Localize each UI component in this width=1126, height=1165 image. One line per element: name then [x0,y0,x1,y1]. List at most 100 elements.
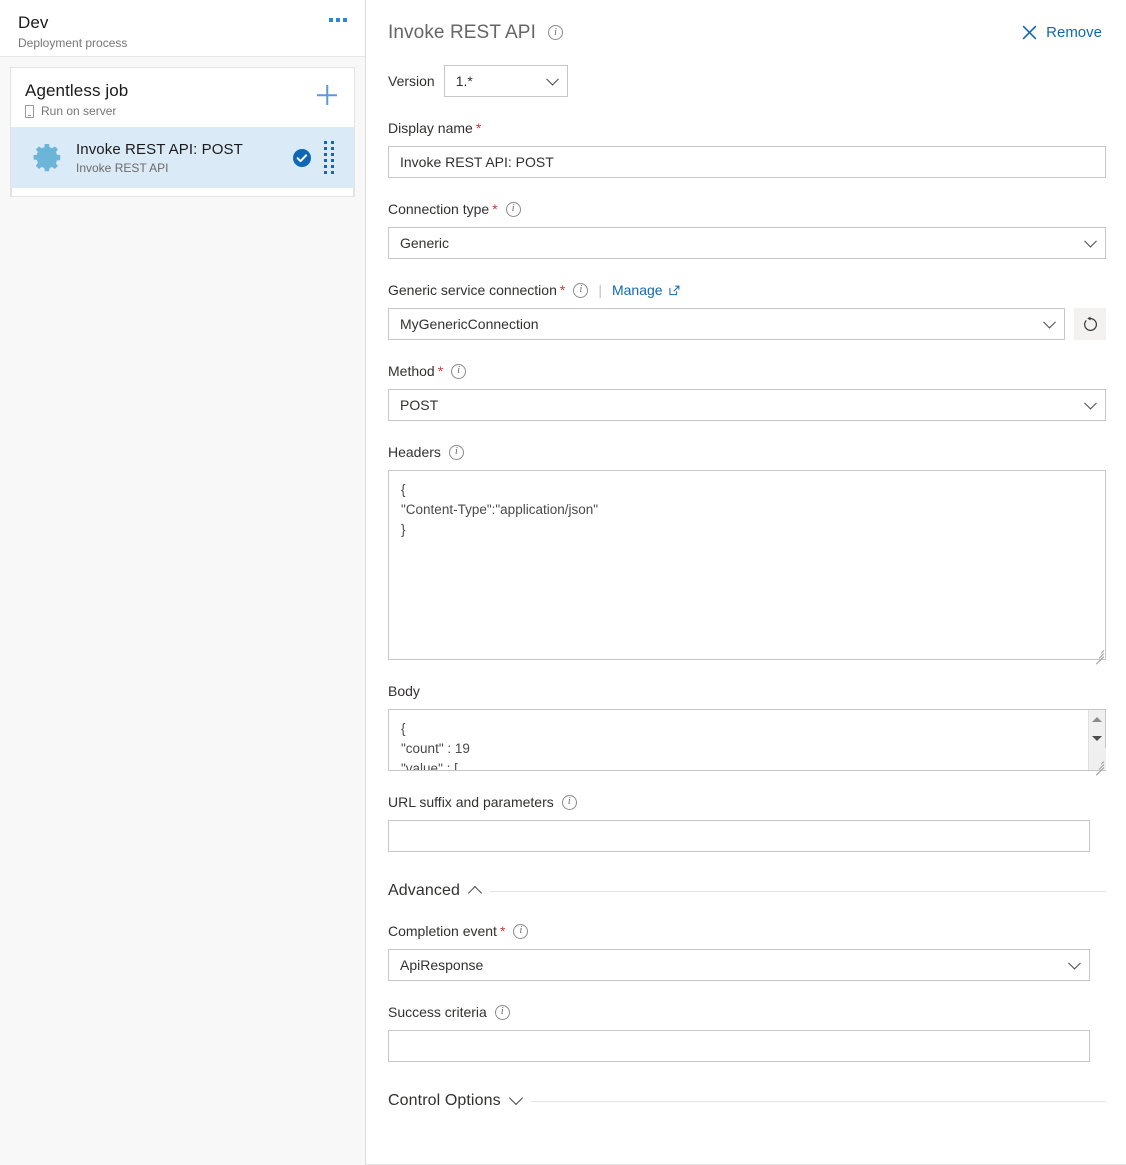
section-divider [490,891,1106,892]
display-name-value: Invoke REST API: POST [400,154,554,170]
field-service-connection: Generic service connection * i | Manage [388,281,1106,340]
required-marker: * [438,362,443,380]
task-form: Display name * Invoke REST API: POST Con… [366,119,1126,1110]
field-completion-event: Completion event * i ApiResponse [388,922,1106,981]
connection-type-value: Generic [400,235,449,251]
info-icon[interactable]: i [495,1005,510,1020]
headers-label-row: Headers i [388,443,1106,461]
service-connection-label: Generic service connection [388,281,557,299]
info-icon[interactable]: i [449,445,464,460]
service-connection-value: MyGenericConnection [400,316,539,332]
field-display-name: Display name * Invoke REST API: POST [388,119,1106,178]
version-row: Version 1.* [366,45,1126,97]
job-header[interactable]: Agentless job Run on server [11,68,354,127]
scroll-up-icon[interactable] [1089,710,1106,729]
section-control-options[interactable]: Control Options [388,1092,1106,1110]
body-scrollbar[interactable] [1088,710,1105,770]
task-item-invoke-rest-api[interactable]: Invoke REST API: POST Invoke REST API [11,127,354,188]
method-select[interactable]: POST [388,389,1106,421]
ellipsis-icon[interactable] [327,12,349,28]
refresh-icon [1082,316,1099,333]
chevron-down-icon [546,73,559,86]
section-advanced[interactable]: Advanced [388,882,1106,900]
display-name-input[interactable]: Invoke REST API: POST [388,146,1106,178]
section-advanced-label: Advanced [388,882,460,900]
completion-event-label-row: Completion event * i [388,922,1106,940]
drag-handle-icon[interactable] [324,141,336,174]
field-success-criteria: Success criteria i [388,1003,1106,1062]
external-link-icon [669,285,680,296]
ellipsis-dot [343,18,347,22]
completion-event-select[interactable]: ApiResponse [388,949,1090,981]
headers-label: Headers [388,443,441,461]
connection-type-select[interactable]: Generic [388,227,1106,259]
service-connection-row: MyGenericConnection [388,308,1106,340]
info-icon[interactable]: i [506,202,521,217]
display-name-label: Display name [388,119,473,137]
info-icon[interactable]: i [562,795,577,810]
chevron-down-icon [1043,316,1056,329]
headers-textarea-wrap: { "Content-Type":"application/json" } [388,470,1106,660]
pipeline-sidebar: Dev Deployment process Agentless job Run… [0,0,366,1165]
success-criteria-input[interactable] [388,1030,1090,1062]
chevron-down-icon [509,1091,523,1105]
server-icon [25,105,34,118]
check-circle-icon [292,148,312,168]
service-connection-select[interactable]: MyGenericConnection [388,308,1065,340]
info-icon[interactable]: i [573,283,588,298]
info-icon[interactable]: i [548,25,563,40]
version-value: 1.* [456,73,473,89]
close-icon [1022,25,1037,40]
body-label-row: Body [388,682,1106,700]
method-label-row: Method * i [388,362,1106,380]
display-name-label-row: Display name * [388,119,1106,137]
connection-type-label-row: Connection type * i [388,200,1106,218]
page-title: Invoke REST API [388,22,536,44]
required-marker: * [500,922,505,940]
scrollbar-corner [1089,753,1106,770]
detail-header: Invoke REST API i Remove [366,0,1126,45]
chevron-down-icon [1084,235,1097,248]
job-header-text: Agentless job Run on server [25,80,128,119]
job-subtitle-row: Run on server [25,104,128,119]
body-textarea[interactable]: { "count" : 19 "value" : [ [388,709,1106,771]
required-marker: * [492,200,497,218]
success-criteria-label-row: Success criteria i [388,1003,1106,1021]
manage-link[interactable]: Manage [612,281,680,299]
process-header: Dev Deployment process [0,0,365,57]
refresh-button[interactable] [1074,308,1106,340]
scroll-down-icon[interactable] [1089,729,1106,748]
info-icon[interactable]: i [513,924,528,939]
completion-event-value: ApiResponse [400,957,483,973]
required-marker: * [476,119,481,137]
field-body: Body { "count" : 19 "value" : [ [388,682,1106,771]
job-subtitle: Run on server [41,104,116,119]
job-title: Agentless job [25,80,128,102]
service-connection-label-row: Generic service connection * i | Manage [388,281,1106,299]
version-select[interactable]: 1.* [444,65,568,97]
gear-icon [29,141,63,175]
required-marker: * [560,281,565,299]
connection-type-label: Connection type [388,200,489,218]
info-icon[interactable]: i [451,364,466,379]
field-url-suffix: URL suffix and parameters i [388,793,1106,852]
process-title: Dev [18,12,127,33]
headers-textarea[interactable]: { "Content-Type":"application/json" } [388,470,1106,660]
add-task-button[interactable] [314,82,340,108]
task-subtitle: Invoke REST API [76,161,292,176]
task-detail-panel: Invoke REST API i Remove Version 1.* Dis… [366,0,1126,1165]
ellipsis-dot [329,18,333,22]
url-suffix-input[interactable] [388,820,1090,852]
url-suffix-label: URL suffix and parameters [388,793,554,811]
jobs-list: Agentless job Run on server Invok [0,57,365,1165]
version-label: Version [388,73,435,89]
chevron-up-icon [468,886,482,900]
field-headers: Headers i { "Content-Type":"application/… [388,443,1106,660]
manage-label: Manage [612,281,663,299]
chevron-down-icon [1068,957,1081,970]
agentless-job-card: Agentless job Run on server Invok [10,67,355,197]
process-header-text: Dev Deployment process [18,12,127,51]
body-textarea-wrap: { "count" : 19 "value" : [ [388,709,1106,771]
method-value: POST [400,397,438,413]
remove-button[interactable]: Remove [1016,20,1108,45]
